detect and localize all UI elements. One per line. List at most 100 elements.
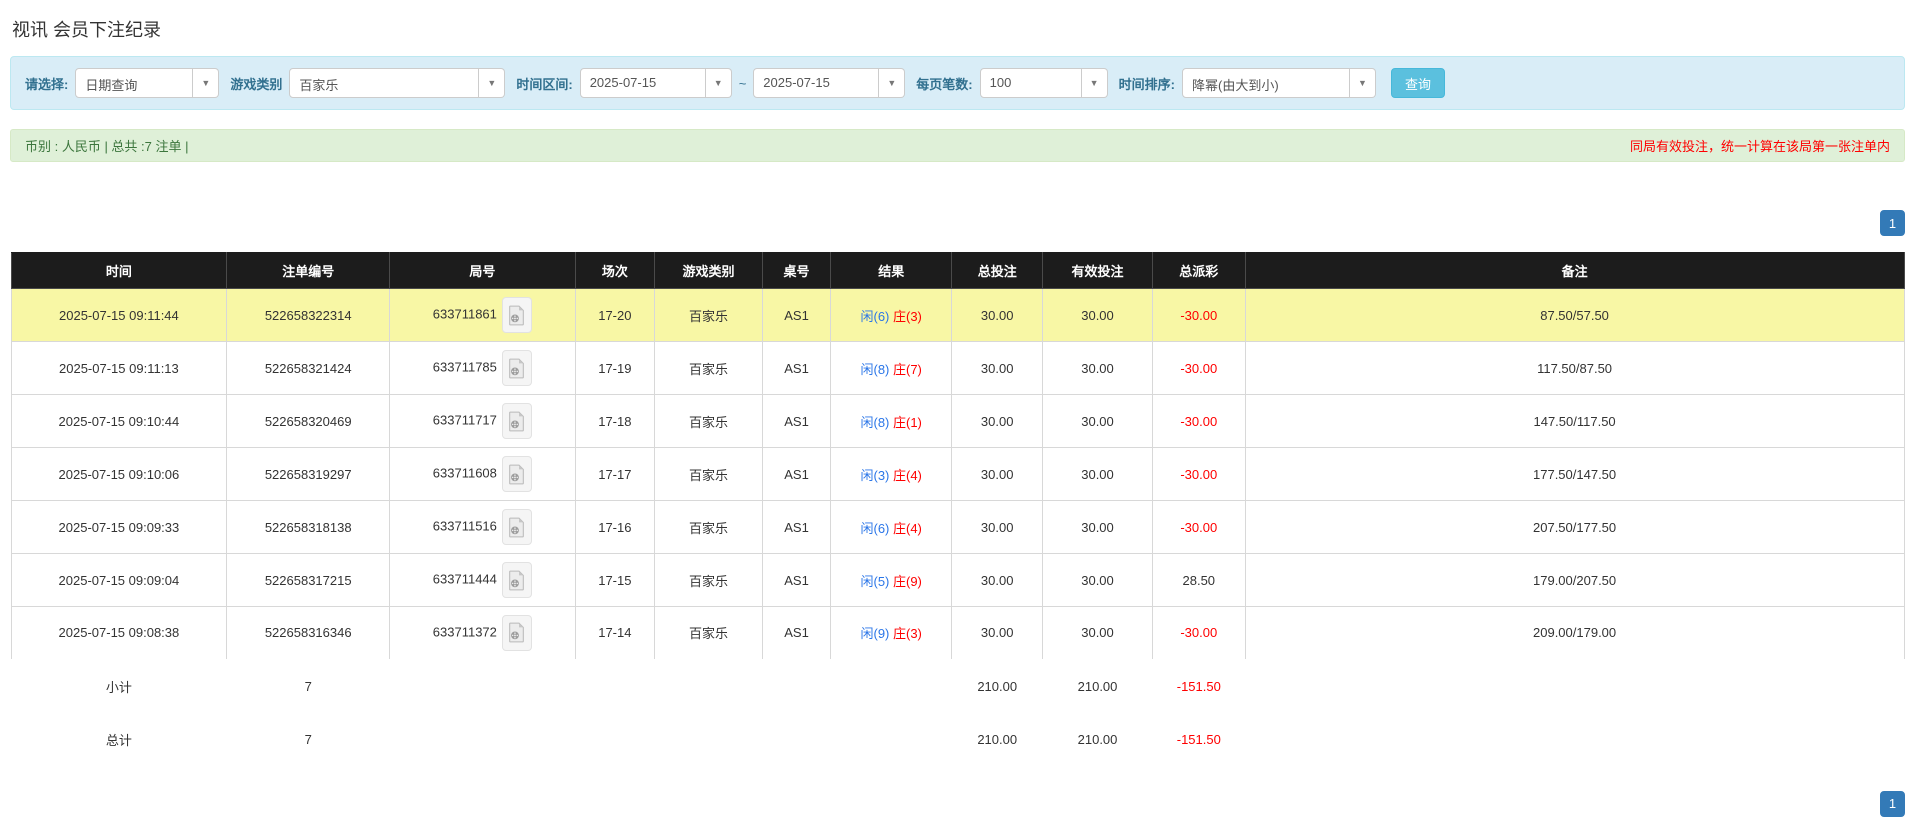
cell-table-id: AS1	[761, 606, 832, 660]
game-type-select[interactable]: 百家乐 ▼	[289, 68, 506, 98]
table-row: 2025-07-15 09:11:13 522658321424 6337117…	[10, 341, 1905, 395]
page-size-value[interactable]: 100	[979, 68, 1082, 98]
column-header: 游戏类别	[654, 252, 763, 289]
cell-remark: 117.50/87.50	[1244, 341, 1905, 395]
summary-label: 总计	[10, 711, 228, 767]
cell-total-bet[interactable]: 30.00	[951, 553, 1044, 607]
cell-total-bet[interactable]: 30.00	[951, 500, 1044, 554]
cell-remark: 177.50/147.50	[1244, 447, 1905, 501]
page-1-button[interactable]: 1	[1880, 790, 1905, 817]
result-banker: 庄(4)	[893, 467, 922, 483]
cell-total-bet[interactable]: 30.00	[951, 394, 1044, 448]
cell-table-id: AS1	[761, 288, 832, 342]
date-to-value[interactable]: 2025-07-15	[753, 68, 880, 98]
cell-bet-id: 522658317215	[226, 553, 391, 607]
cell-game-type: 百家乐	[654, 606, 763, 660]
result-player: 闲(5)	[860, 573, 890, 589]
query-type-select[interactable]: 日期查询 ▼	[75, 68, 220, 98]
column-header: 局号	[389, 252, 576, 289]
chevron-down-icon[interactable]: ▼	[479, 68, 506, 98]
result-player: 闲(3)	[860, 467, 890, 483]
video-record-icon[interactable]	[501, 456, 532, 492]
cell-remark: 209.00/179.00	[1244, 606, 1905, 660]
video-record-icon[interactable]	[501, 297, 532, 333]
date-to-picker[interactable]: 2025-07-15 ▼	[753, 68, 906, 98]
cell-session: 17-19	[574, 341, 656, 395]
chevron-down-icon[interactable]: ▼	[879, 68, 906, 98]
cell-time: 2025-07-15 09:09:04	[10, 553, 228, 607]
cell-total-bet[interactable]: 30.00	[951, 447, 1044, 501]
cell-payout: 28.50	[1151, 553, 1246, 607]
chevron-down-icon[interactable]: ▼	[705, 68, 732, 98]
result-banker: 庄(3)	[893, 308, 922, 324]
time-sort-select[interactable]: 降幂(由大到小) ▼	[1181, 68, 1376, 98]
cell-total-bet[interactable]: 30.00	[951, 606, 1044, 660]
cell-time: 2025-07-15 09:11:13	[10, 341, 228, 395]
round-id-text: 633711372	[432, 624, 497, 640]
game-type-label: 游戏类别	[230, 76, 283, 92]
filter-group-game-type: 游戏类别 百家乐 ▼	[230, 68, 506, 98]
filter-group-query-type: 请选择: 日期查询 ▼	[25, 68, 220, 98]
search-button[interactable]: 查询	[1390, 68, 1445, 98]
column-header: 备注	[1244, 252, 1905, 289]
page-1-button[interactable]: 1	[1880, 210, 1905, 236]
result-player: 闲(6)	[860, 308, 890, 324]
cell-result: 闲(8) 庄(7)	[830, 341, 953, 395]
column-header: 注单编号	[226, 252, 391, 289]
cell-table-id: AS1	[761, 447, 832, 501]
bet-records-table: 时间 注单编号 局号 场次 游戏类别 桌号 结果 总投注 有效投注 总派彩 备注 2025-07-1…	[10, 252, 1905, 767]
round-id-text: 633711608	[432, 465, 497, 481]
video-record-icon[interactable]	[501, 509, 532, 545]
cell-total-bet[interactable]: 30.00	[951, 341, 1044, 395]
time-sort-label: 时间排序:	[1118, 76, 1175, 92]
date-from-value[interactable]: 2025-07-15	[579, 68, 706, 98]
cell-game-type: 百家乐	[654, 394, 763, 448]
cell-result: 闲(6) 庄(4)	[830, 500, 953, 554]
time-sort-value[interactable]: 降幂(由大到小)	[1181, 68, 1350, 98]
cell-round-id: 633711372	[389, 606, 576, 660]
pagination-top: 1	[10, 210, 1905, 236]
cell-game-type: 百家乐	[654, 288, 763, 342]
column-header: 场次	[574, 252, 656, 289]
summary-payout: -151.50	[1151, 658, 1247, 714]
table-header-row: 时间 注单编号 局号 场次 游戏类别 桌号 结果 总投注 有效投注 总派彩 备注	[10, 252, 1905, 289]
cell-game-type: 百家乐	[654, 553, 763, 607]
notice-bar: 币别 : 人民币 | 总共 :7 注单 | 同局有效投注，统一计算在该局第一张注…	[10, 129, 1905, 162]
cell-round-id: 633711717	[389, 394, 576, 448]
page-size-select[interactable]: 100 ▼	[979, 68, 1108, 98]
cell-session: 17-16	[574, 500, 656, 554]
cell-time: 2025-07-15 09:11:44	[10, 288, 228, 342]
query-type-value[interactable]: 日期查询	[75, 68, 194, 98]
cell-table-id: AS1	[761, 500, 832, 554]
video-record-icon[interactable]	[501, 403, 532, 439]
summary-count: 7	[225, 658, 391, 714]
chevron-down-icon[interactable]: ▼	[193, 68, 220, 98]
time-range-label: 时间区间:	[516, 76, 573, 92]
cell-total-bet[interactable]: 30.00	[951, 288, 1044, 342]
cell-time: 2025-07-15 09:09:33	[10, 500, 228, 554]
column-header: 总派彩	[1151, 252, 1246, 289]
cell-time: 2025-07-15 09:10:44	[10, 394, 228, 448]
cell-bet-id: 522658319297	[226, 447, 391, 501]
chevron-down-icon[interactable]: ▼	[1081, 68, 1108, 98]
date-from-picker[interactable]: 2025-07-15 ▼	[579, 68, 732, 98]
game-type-value[interactable]: 百家乐	[289, 68, 480, 98]
round-id-text: 633711861	[432, 306, 497, 322]
cell-bet-id: 522658318138	[226, 500, 391, 554]
cell-round-id: 633711516	[389, 500, 576, 554]
cell-session: 17-20	[574, 288, 656, 342]
video-record-icon[interactable]	[501, 614, 532, 651]
cell-session: 17-14	[574, 606, 656, 660]
cell-valid-bet: 30.00	[1042, 394, 1153, 448]
cell-table-id: AS1	[761, 394, 832, 448]
column-header: 结果	[830, 252, 953, 289]
summary-total-bet: 210.00	[950, 658, 1044, 714]
cell-round-id: 633711444	[389, 553, 576, 607]
cell-table-id: AS1	[761, 553, 832, 607]
result-player: 闲(8)	[860, 361, 890, 377]
cell-round-id: 633711608	[389, 447, 576, 501]
video-record-icon[interactable]	[501, 350, 532, 386]
video-record-icon[interactable]	[501, 562, 532, 598]
chevron-down-icon[interactable]: ▼	[1349, 68, 1376, 98]
cell-valid-bet: 30.00	[1042, 288, 1153, 342]
